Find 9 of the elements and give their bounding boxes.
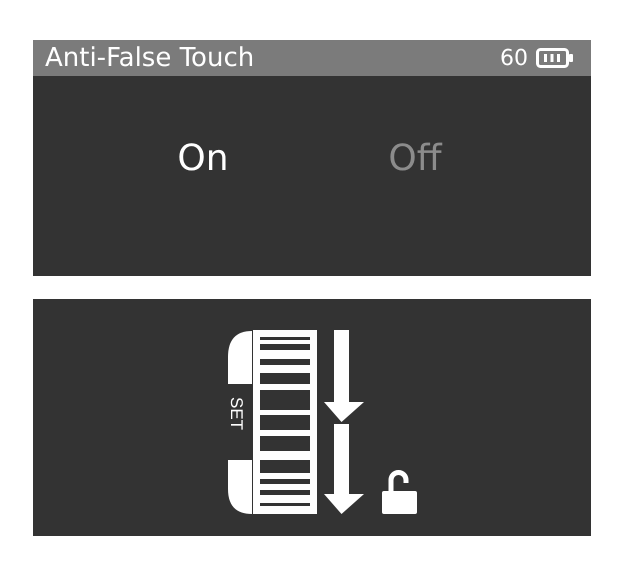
screen-title: Anti-False Touch (45, 43, 254, 73)
down-arrow-icon (324, 330, 364, 422)
battery-reading: 60 (500, 46, 528, 70)
wheel-label: SET (227, 397, 246, 430)
battery-icon (536, 48, 574, 68)
option[interactable]: Off (388, 138, 442, 179)
unlocked-padlock-icon (382, 470, 417, 514)
option[interactable]: On (177, 138, 229, 179)
down-arrow-icon (324, 424, 364, 514)
